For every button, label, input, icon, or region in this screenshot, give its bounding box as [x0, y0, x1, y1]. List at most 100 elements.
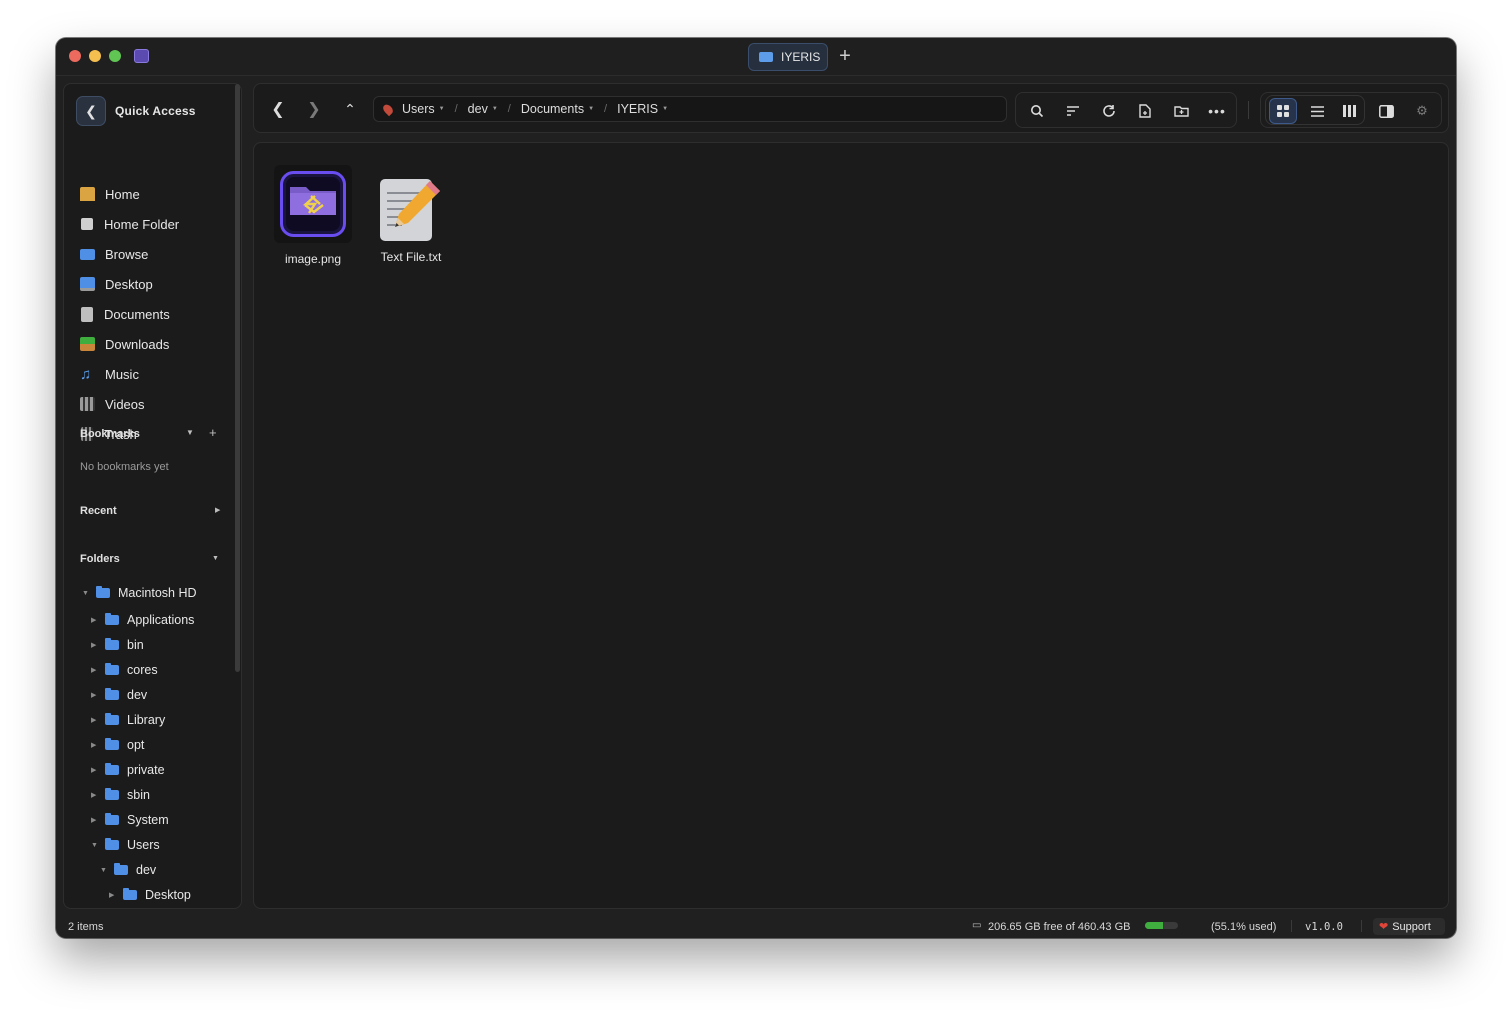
folder-icon	[105, 613, 119, 625]
tree-item-label: System	[127, 813, 169, 827]
tree-expand-chevron-icon[interactable]: ▶	[91, 641, 97, 649]
sidebar-collapse-button[interactable]: ❮	[76, 96, 106, 126]
breadcrumb-separator: /	[454, 103, 458, 115]
home-folder-icon	[81, 218, 93, 230]
tree-item-applications[interactable]: ▶ Applications	[91, 609, 194, 631]
tree-item-cores[interactable]: ▶ cores	[91, 659, 158, 681]
tree-expand-chevron-icon[interactable]: ▶	[91, 791, 97, 799]
parent-folder-button[interactable]: ⌃	[337, 96, 363, 122]
disk-used-percent: (55.1% used)	[1211, 921, 1277, 933]
tree-item-opt[interactable]: ▶ opt	[91, 734, 144, 756]
chevron-down-icon[interactable]: ▼	[662, 106, 668, 112]
chevron-down-icon[interactable]: ▼	[439, 106, 445, 112]
sidebar-item-home-folder[interactable]: Home Folder	[80, 209, 179, 239]
bookmarks-title: Bookmarks	[80, 428, 140, 440]
tree-item-label: cores	[127, 663, 158, 677]
tree-expand-chevron-icon[interactable]: ▼	[82, 590, 89, 597]
forward-button[interactable]: ❯	[301, 96, 327, 122]
recent-expand-chevron-icon[interactable]: ▶	[215, 506, 220, 514]
folder-icon	[105, 813, 119, 825]
sidebar-item-home[interactable]: Home	[80, 179, 140, 209]
tree-expand-chevron-icon[interactable]: ▶	[91, 616, 97, 624]
sort-button[interactable]	[1063, 101, 1083, 121]
column-view-icon	[1342, 105, 1356, 117]
sidebar-item-desktop[interactable]: Desktop	[80, 269, 153, 299]
tree-expand-chevron-icon[interactable]: ▼	[100, 867, 107, 874]
status-divider	[1291, 920, 1292, 932]
breadcrumb-dev[interactable]: dev ▼	[468, 102, 498, 116]
sidebar-item-documents[interactable]: Documents	[80, 299, 170, 329]
sidebar-scrollbar[interactable]	[235, 84, 240, 672]
preview-panel-button[interactable]	[1376, 101, 1396, 121]
file-name: Text File.txt	[380, 250, 442, 264]
chevron-down-icon[interactable]: ▼	[588, 106, 594, 112]
tree-item-macintosh-hd[interactable]: ▼ Macintosh HD	[82, 582, 197, 604]
sidebar-item-label: Home	[105, 186, 140, 202]
new-file-button[interactable]	[1135, 101, 1155, 121]
sidebar-item-browse[interactable]: Browse	[80, 239, 148, 269]
tree-item-bin[interactable]: ▶ bin	[91, 634, 144, 656]
file-actions-toolbar: •••	[1015, 92, 1237, 128]
tree-expand-chevron-icon[interactable]: ▶	[91, 691, 97, 699]
more-options-button[interactable]: •••	[1207, 101, 1227, 121]
tree-item-dev-user[interactable]: ▼ dev	[100, 859, 156, 881]
zoom-window-button[interactable]	[109, 50, 121, 62]
disk-usage-fill	[1145, 922, 1164, 929]
file-item-text-file-txt[interactable]: Text File.txt	[370, 165, 452, 269]
support-button[interactable]: ❤ Support	[1373, 918, 1445, 935]
sidebar-item-downloads[interactable]: Downloads	[80, 329, 169, 359]
tree-expand-chevron-icon[interactable]: ▼	[91, 842, 98, 849]
sidebar-item-videos[interactable]: Videos	[80, 389, 145, 419]
add-bookmark-button[interactable]: +	[209, 425, 217, 440]
minimize-window-button[interactable]	[89, 50, 101, 62]
file-grid[interactable]: image.png Text File.txt	[253, 142, 1449, 909]
tree-item-label: sbin	[127, 788, 150, 802]
quick-access-header: ❮ Quick Access	[76, 96, 196, 126]
heart-icon: ❤	[1379, 921, 1389, 933]
tree-item-sbin[interactable]: ▶ sbin	[91, 784, 150, 806]
tree-item-system[interactable]: ▶ System	[91, 809, 169, 831]
recent-title[interactable]: Recent	[80, 505, 117, 517]
tree-item-label: private	[127, 763, 165, 777]
sidebar-item-music[interactable]: ♫ Music	[80, 359, 139, 389]
tree-expand-chevron-icon[interactable]: ▶	[91, 741, 97, 749]
breadcrumb-iyeris[interactable]: IYERIS ▼	[617, 102, 668, 116]
new-tab-button[interactable]: +	[834, 46, 856, 68]
tree-expand-chevron-icon[interactable]: ▶	[91, 766, 97, 774]
title-bar: IYERIS +	[56, 38, 1456, 76]
tree-item-private[interactable]: ▶ private	[91, 759, 165, 781]
search-button[interactable]	[1027, 101, 1047, 121]
ellipsis-icon: •••	[1208, 103, 1226, 119]
bookmarks-collapse-chevron-icon[interactable]: ▼	[186, 428, 194, 437]
close-window-button[interactable]	[69, 50, 81, 62]
new-folder-button[interactable]	[1171, 101, 1191, 121]
chevron-down-icon[interactable]: ▼	[492, 106, 498, 112]
sidebar: ❮ Quick Access Home Home Folder Browse D…	[63, 83, 242, 909]
tab-iyeris[interactable]: IYERIS	[748, 43, 828, 71]
column-view-button[interactable]	[1339, 101, 1359, 121]
disk-free-text: 206.65 GB free of 460.43 GB	[988, 921, 1131, 933]
breadcrumb-users[interactable]: Users ▼	[402, 102, 445, 116]
refresh-button[interactable]	[1099, 101, 1119, 121]
breadcrumb-documents[interactable]: Documents ▼	[521, 102, 594, 116]
breadcrumb[interactable]: Users ▼ / dev ▼ / Documents ▼ / IYERIS ▼	[373, 96, 1007, 122]
settings-button[interactable]: ⚙	[1412, 101, 1432, 121]
folder-icon	[105, 688, 119, 700]
back-button[interactable]: ❮	[265, 96, 291, 122]
toolbar-divider	[1248, 101, 1249, 119]
grid-view-button[interactable]	[1269, 98, 1297, 124]
tree-item-desktop[interactable]: ▶ Desktop	[109, 884, 191, 906]
tree-item-library[interactable]: ▶ Library	[91, 709, 165, 731]
tree-expand-chevron-icon[interactable]: ▶	[91, 666, 97, 674]
tree-item-users[interactable]: ▼ Users	[91, 834, 160, 856]
folders-title[interactable]: Folders	[80, 553, 120, 565]
chevron-right-icon: ❯	[307, 101, 321, 118]
status-bar: 2 items ▭ 206.65 GB free of 460.43 GB (5…	[56, 914, 1456, 938]
tree-expand-chevron-icon[interactable]: ▶	[109, 891, 115, 899]
file-item-image-png[interactable]: image.png	[272, 165, 354, 269]
tree-expand-chevron-icon[interactable]: ▶	[91, 816, 97, 824]
folders-collapse-chevron-icon[interactable]: ▼	[212, 555, 219, 562]
tree-expand-chevron-icon[interactable]: ▶	[91, 716, 97, 724]
tree-item-dev[interactable]: ▶ dev	[91, 684, 147, 706]
list-view-button[interactable]	[1307, 101, 1327, 121]
